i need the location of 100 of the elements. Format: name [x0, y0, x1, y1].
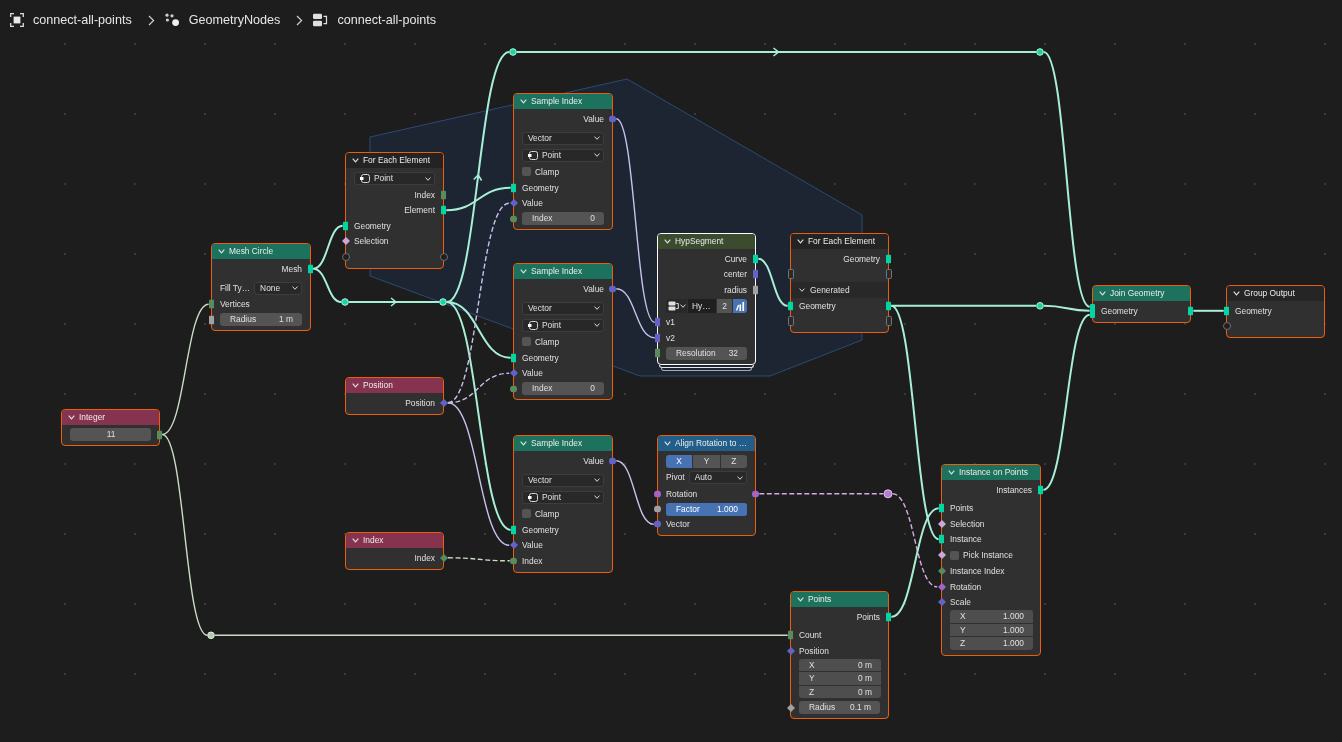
reroute-dot-icon[interactable] [509, 48, 517, 56]
number-field[interactable]: Y 1.000 [950, 623, 1033, 636]
bar-socket-icon[interactable] [511, 183, 516, 193]
node-card[interactable]: Sample Index Value Vector Point Clamp Geometry Value Index 0 [513, 93, 613, 230]
dropdown[interactable]: Vector [522, 473, 604, 487]
chevron-icon[interactable] [352, 158, 359, 163]
node-header[interactable]: Align Rotation to … [658, 436, 755, 451]
reroute-dot-icon[interactable] [207, 631, 215, 640]
diamond-socket-icon[interactable] [786, 703, 795, 712]
ring-socket-icon[interactable] [1222, 322, 1231, 331]
node-header[interactable]: HypSegment [658, 234, 755, 249]
diamond-socket-icon[interactable] [786, 646, 795, 655]
bar-socket-icon[interactable] [886, 254, 891, 264]
node-link[interactable] [890, 507, 940, 618]
number-field[interactable]: Index 0 [522, 212, 604, 225]
empty-socket-icon[interactable] [885, 316, 892, 327]
dropdown[interactable]: Vector [522, 131, 604, 145]
node-card[interactable]: Integer 11 [61, 409, 160, 446]
bar-socket-icon[interactable] [655, 317, 660, 327]
node-card[interactable]: For Each Element Geometry Generated Geometry [790, 233, 889, 333]
bar-socket-icon[interactable] [753, 285, 758, 295]
bar-socket-icon[interactable] [1038, 485, 1043, 495]
diamond-socket-icon[interactable] [937, 519, 946, 528]
node-card[interactable]: Join Geometry Geometry [1092, 285, 1191, 323]
node-header[interactable]: Instance on Points [942, 465, 1040, 480]
diamond-socket-icon[interactable] [509, 541, 518, 550]
circle-socket-icon[interactable] [654, 490, 661, 498]
chevron-icon[interactable] [1233, 291, 1240, 296]
node-header[interactable]: Points [791, 592, 888, 607]
node-link[interactable] [758, 493, 938, 588]
node-card[interactable]: Sample Index Value Vector Point Clamp Geometry Value Index [513, 435, 613, 573]
dropdown[interactable]: Point [522, 148, 604, 162]
chevron-icon[interactable] [664, 441, 671, 446]
node-link[interactable] [445, 186, 512, 212]
diamond-socket-icon[interactable] [937, 551, 946, 560]
diamond-socket-icon[interactable] [439, 398, 448, 407]
dropdown[interactable]: None [254, 281, 302, 295]
dropdown[interactable]: Point [522, 318, 604, 332]
node-link[interactable] [161, 303, 210, 436]
circle-socket-icon[interactable] [510, 385, 517, 392]
reroute-dot-icon[interactable] [439, 298, 447, 306]
bar-socket-icon[interactable] [209, 315, 214, 324]
reroute-dot-icon[interactable] [1036, 48, 1044, 56]
node-link[interactable] [615, 288, 656, 339]
reroute-dot-icon[interactable] [883, 489, 893, 499]
ring-socket-icon[interactable] [439, 252, 448, 261]
circle-socket-icon[interactable] [609, 115, 616, 123]
node-link[interactable] [615, 460, 655, 525]
node-link[interactable] [890, 304, 940, 541]
name-field[interactable]: Hy… [688, 299, 716, 313]
bar-socket-icon[interactable] [655, 333, 660, 343]
bar-socket-icon[interactable] [753, 269, 758, 279]
chevron-icon[interactable] [352, 538, 359, 543]
node-card[interactable]: Mesh Circle Mesh Fill Ty… None Vertices Radius 1 m [211, 243, 311, 331]
checkbox[interactable] [522, 509, 531, 519]
node-card[interactable]: Group Output Geometry [1226, 285, 1325, 338]
node-link[interactable] [615, 118, 656, 323]
reroute-dot-icon[interactable] [1036, 302, 1044, 310]
bar-socket-icon[interactable] [886, 612, 891, 622]
bar-socket-icon[interactable] [788, 301, 793, 311]
node-header[interactable]: Join Geometry [1093, 286, 1190, 301]
node-link[interactable] [447, 557, 511, 562]
empty-socket-icon[interactable] [885, 269, 892, 280]
chevron-icon[interactable] [352, 383, 359, 388]
segment-toggle[interactable]: Z [720, 454, 747, 468]
number-field[interactable]: Y 0 m [799, 672, 881, 685]
diamond-socket-icon[interactable] [341, 237, 350, 246]
circle-socket-icon[interactable] [510, 557, 517, 565]
node-link[interactable] [161, 433, 789, 636]
node-card[interactable]: Instance on Points Instances Points Selection Instance Pick Instance Instance Index Rotation Scale X 1.000 Y 1.000 Z 1.000 [941, 464, 1041, 656]
browse-button[interactable] [666, 299, 687, 313]
segment-toggle[interactable]: X [666, 454, 693, 468]
node-link[interactable] [312, 224, 344, 270]
bar-socket-icon[interactable] [1090, 303, 1095, 318]
user-count-button[interactable]: 2 [717, 299, 732, 313]
bar-socket-icon[interactable] [441, 205, 446, 215]
chevron-icon[interactable] [797, 239, 804, 244]
node-header[interactable]: Position [346, 378, 443, 393]
bar-socket-icon[interactable] [1188, 306, 1193, 316]
node-header[interactable]: For Each Element [346, 153, 443, 168]
circle-socket-icon[interactable] [752, 490, 759, 498]
number-field[interactable]: Z 0 m [799, 685, 881, 698]
node-link[interactable] [1192, 309, 1225, 312]
circle-socket-icon[interactable] [510, 215, 517, 222]
node-header[interactable]: For Each Element [791, 234, 888, 249]
number-field[interactable]: X 0 m [799, 658, 881, 671]
bar-socket-icon[interactable] [308, 264, 313, 274]
node-link[interactable] [447, 402, 510, 546]
node-card[interactable]: Sample Index Value Vector Point Clamp Geometry Value Index 0 [513, 263, 613, 400]
bar-socket-icon[interactable] [511, 525, 516, 535]
node-card[interactable]: Align Rotation to … X Y Z Pivot Auto Rotation Factor 1.000 Vector [657, 435, 756, 536]
chevron-icon[interactable] [68, 415, 75, 420]
number-field[interactable]: X 1.000 [950, 610, 1033, 623]
node-header[interactable]: Mesh Circle [212, 244, 310, 259]
bar-socket-icon[interactable] [886, 301, 891, 311]
reroute-dot-icon[interactable] [341, 298, 349, 306]
bar-socket-icon[interactable] [511, 353, 516, 363]
segment-toggle[interactable]: Y [693, 454, 720, 468]
diamond-socket-icon[interactable] [509, 369, 518, 378]
bar-socket-icon[interactable] [939, 503, 944, 513]
